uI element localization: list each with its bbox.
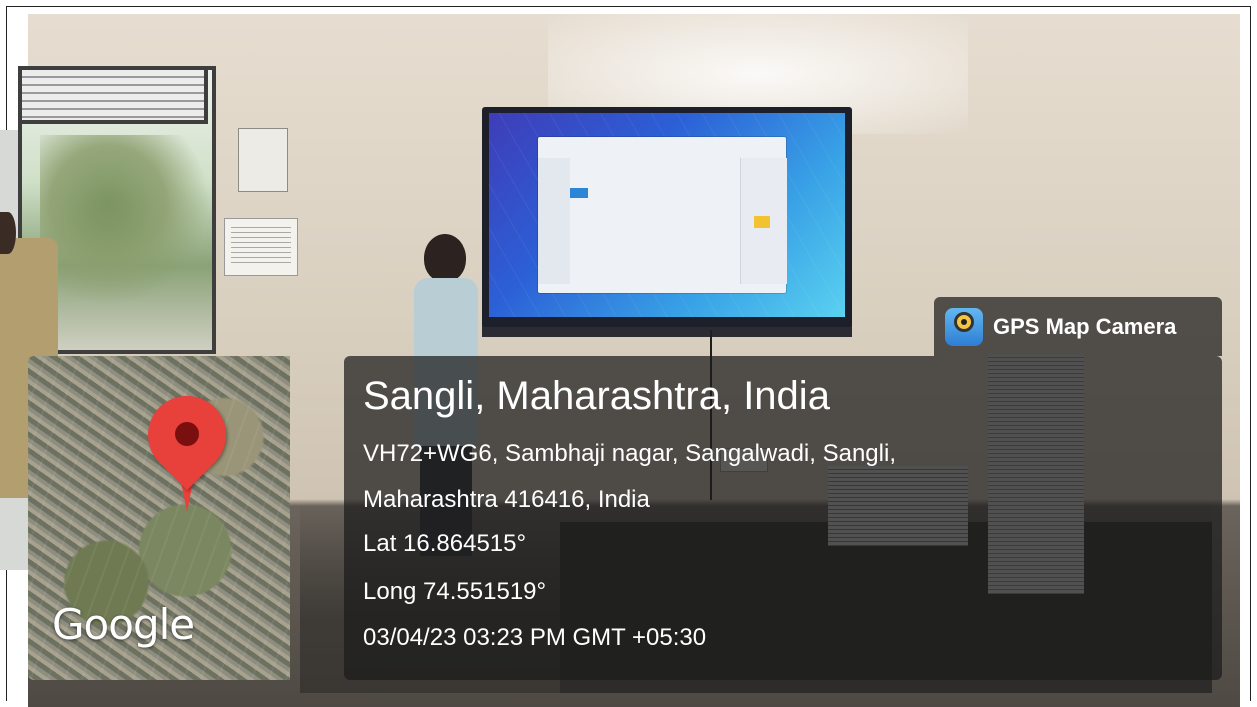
map-pin-icon <box>131 379 243 518</box>
longitude: Long 74.551519° <box>363 578 547 605</box>
latitude: Lat 16.864515° <box>363 530 527 557</box>
google-logo: Google <box>52 600 195 649</box>
switchboard <box>238 128 288 192</box>
address-line-2: Maharashtra 416416, India <box>363 486 650 513</box>
camera-lens-icon-inner <box>954 312 974 332</box>
location-title: Sangli, Maharashtra, India <box>363 374 830 418</box>
window-trees <box>40 135 210 305</box>
tv-file-manager-sidebar <box>538 158 570 284</box>
person-head <box>424 234 466 282</box>
tv-bezel-bottom <box>482 327 852 337</box>
person-left-head <box>0 212 16 254</box>
timestamp: 03/04/23 03:23 PM GMT +05:30 <box>363 624 707 651</box>
tv-folder-icon <box>754 216 770 228</box>
window-blinds <box>18 66 208 124</box>
gps-camera-label: GPS Map Camera <box>993 314 1177 339</box>
wall-notice <box>224 218 298 276</box>
map-pin-dot <box>175 422 199 446</box>
address-line-1: VH72+WG6, Sambhaji nagar, Sangalwadi, Sa… <box>363 440 896 467</box>
tv-image-thumbnail <box>570 188 588 198</box>
